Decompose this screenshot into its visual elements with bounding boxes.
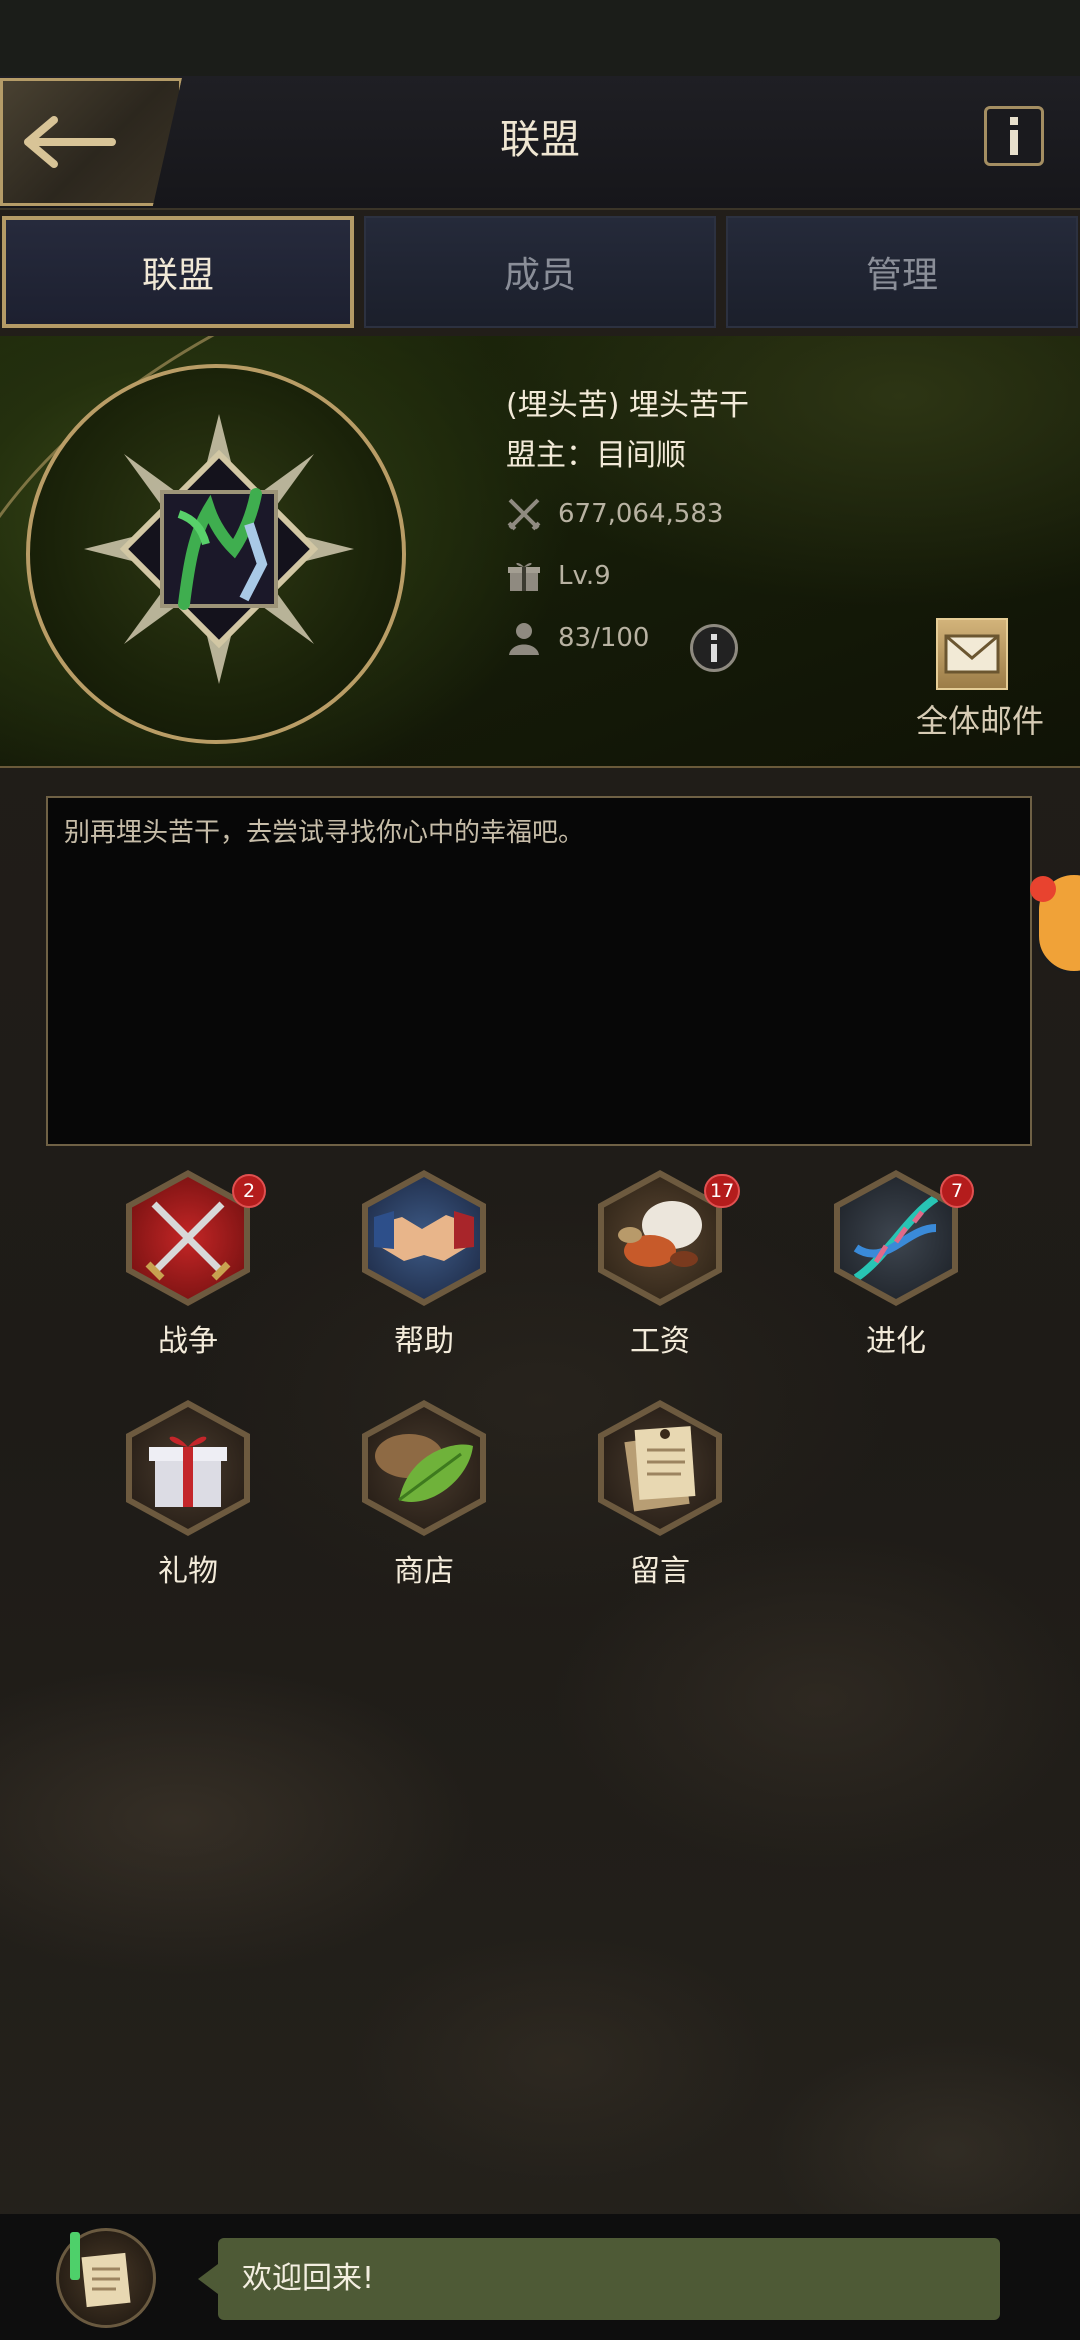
alliance-name: (埋头苦) 埋头苦干 bbox=[506, 388, 749, 423]
alert-icon bbox=[70, 2232, 80, 2280]
info-icon bbox=[711, 634, 717, 662]
gift-button[interactable]: 礼物 bbox=[86, 1400, 266, 1589]
chat-message-text: 欢迎回来! bbox=[242, 2261, 375, 2296]
alliance-emblem-icon[interactable] bbox=[84, 414, 354, 684]
evolution-label: 进化 bbox=[866, 1324, 926, 1359]
arrow-left-icon bbox=[24, 116, 116, 168]
tab-members-label: 成员 bbox=[503, 255, 576, 296]
back-button[interactable] bbox=[0, 78, 182, 206]
notification-dot bbox=[1030, 876, 1056, 902]
header-bar: 联盟 bbox=[0, 76, 1080, 210]
envelope-icon bbox=[944, 634, 1000, 674]
gift-icon bbox=[506, 558, 542, 594]
salary-button[interactable]: 17 工资 bbox=[558, 1170, 741, 1359]
info-button[interactable] bbox=[984, 106, 1044, 166]
chat-bar[interactable]: 欢迎回来! bbox=[0, 2214, 1080, 2340]
members-value: 83/100 bbox=[558, 623, 650, 653]
tab-manage-label: 管理 bbox=[865, 255, 938, 296]
tab-bar: 联盟 成员 管理 bbox=[0, 214, 1080, 330]
level-stat: Lv.9 bbox=[506, 558, 611, 594]
evolution-button[interactable]: 7 进化 bbox=[794, 1170, 974, 1359]
shop-button[interactable]: 商店 bbox=[322, 1400, 502, 1589]
war-button[interactable]: 2 战争 bbox=[86, 1170, 266, 1359]
info-icon bbox=[1010, 117, 1018, 155]
tab-alliance-label: 联盟 bbox=[141, 255, 214, 296]
members-stat: 83/100 bbox=[506, 620, 649, 656]
war-badge: 2 bbox=[232, 1174, 266, 1208]
swords-icon bbox=[506, 496, 542, 532]
evolution-badge: 7 bbox=[940, 1174, 974, 1208]
power-value: 677,064,583 bbox=[558, 499, 724, 529]
person-icon bbox=[506, 620, 542, 656]
gift-label: 礼物 bbox=[158, 1554, 218, 1589]
tab-alliance[interactable]: 联盟 bbox=[2, 216, 354, 328]
salary-badge: 17 bbox=[704, 1174, 741, 1208]
help-button[interactable]: 帮助 bbox=[322, 1170, 502, 1359]
mass-mail-button[interactable] bbox=[936, 618, 1008, 690]
power-stat: 677,064,583 bbox=[506, 496, 723, 532]
level-value: Lv.9 bbox=[558, 561, 611, 591]
shop-label: 商店 bbox=[394, 1554, 454, 1589]
tab-members[interactable]: 成员 bbox=[364, 216, 716, 328]
status-bar bbox=[0, 0, 1080, 76]
announcement-text: 别再埋头苦干，去尝试寻找你心中的幸福吧。 bbox=[64, 818, 585, 848]
war-label: 战争 bbox=[158, 1324, 218, 1359]
chat-message[interactable]: 欢迎回来! bbox=[198, 2238, 1000, 2320]
message-button[interactable]: 留言 bbox=[558, 1400, 738, 1589]
message-label: 留言 bbox=[630, 1554, 690, 1589]
salary-label: 工资 bbox=[630, 1324, 690, 1359]
mass-mail-label: 全体邮件 bbox=[915, 702, 1044, 740]
alliance-announcement[interactable]: 别再埋头苦干，去尝试寻找你心中的幸福吧。 bbox=[46, 796, 1032, 1146]
alliance-leader: 盟主：目间顺 bbox=[506, 438, 686, 473]
notes-icon bbox=[81, 2252, 131, 2308]
tab-manage[interactable]: 管理 bbox=[726, 216, 1078, 328]
help-label: 帮助 bbox=[394, 1324, 454, 1359]
members-info-button[interactable] bbox=[690, 624, 738, 672]
